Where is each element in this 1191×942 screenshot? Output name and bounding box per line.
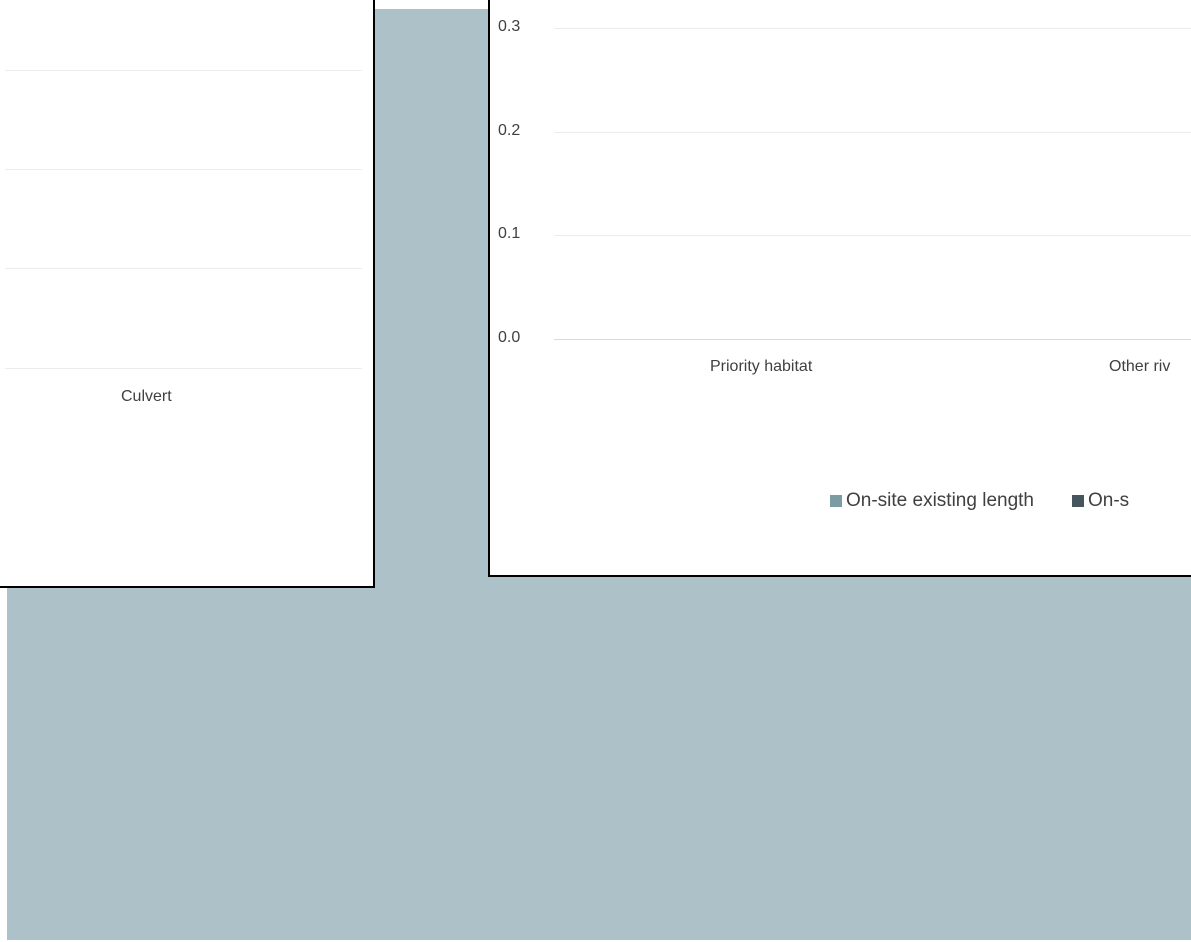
gridline	[554, 132, 1191, 133]
category-label-priority-habitat: Priority habitat	[710, 358, 813, 375]
gridline	[554, 28, 1191, 29]
chart-legend: On-site existing length On-s	[830, 490, 1167, 512]
legend-item-second-series: On-s	[1072, 490, 1129, 512]
category-label-culvert: Culvert	[121, 388, 172, 405]
legend-label: On-s	[1088, 490, 1130, 511]
x-axis-line	[554, 339, 1191, 340]
y-tick-label: 0.2	[498, 122, 521, 139]
left-chart-panel[interactable]: Culvert	[0, 0, 375, 588]
y-tick-label: 0.1	[498, 225, 521, 242]
gridline	[5, 169, 362, 170]
y-tick-label: 0.3	[498, 18, 521, 35]
gridline	[5, 268, 362, 269]
right-chart-panel[interactable]: 0.3 0.2 0.1 0.0 Priority habitat Other r…	[488, 0, 1191, 577]
gridline	[554, 235, 1191, 236]
y-tick-label: 0.0	[498, 329, 521, 346]
legend-item-existing-length: On-site existing length	[830, 490, 1034, 512]
legend-swatch	[830, 495, 842, 507]
legend-swatch	[1072, 495, 1084, 507]
legend-label: On-site existing length	[846, 490, 1034, 511]
gridline	[5, 368, 362, 369]
category-label-other-river: Other riv	[1109, 358, 1171, 375]
gridline	[5, 70, 362, 71]
